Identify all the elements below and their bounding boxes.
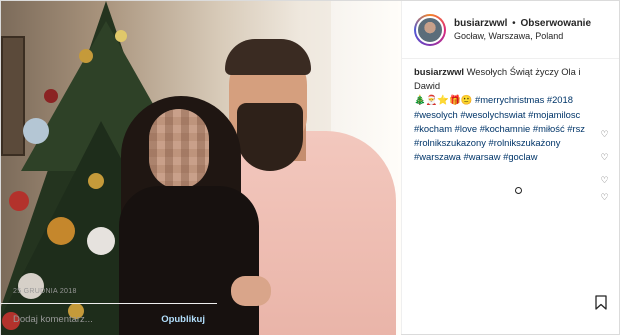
post-photo[interactable] [1, 1, 401, 335]
hashtag[interactable]: #love [455, 123, 477, 134]
instagram-post: busiarzwwl • Obserwowanie Gocław, Warsza… [0, 0, 620, 335]
post-header: busiarzwwl • Obserwowanie Gocław, Warsza… [402, 1, 619, 59]
comment-bar: Opublikuj [1, 303, 217, 334]
man-beard [237, 103, 303, 171]
caption-emojis: 🎄🎅⭐🎁🙂 [414, 95, 473, 106]
hashtag[interactable]: #mojamilosc [528, 109, 580, 120]
hashtag[interactable]: #miłość [533, 123, 565, 134]
hashtag[interactable]: #rolnikszukażony [489, 137, 561, 148]
username-link[interactable]: busiarzwwl [454, 18, 507, 29]
pixelation-overlay [149, 109, 209, 189]
caption-username[interactable]: busiarzwwl [414, 66, 464, 77]
hashtag[interactable]: #merrychristmas [475, 94, 544, 105]
publish-button[interactable]: Opublikuj [161, 314, 205, 325]
hashtag[interactable]: #wesolychswiat [460, 109, 525, 120]
avatar[interactable] [414, 13, 446, 46]
header-row: busiarzwwl • Obserwowanie [454, 17, 591, 31]
separator-dot: • [512, 17, 516, 29]
hashtag[interactable]: #rolnikszukazony [414, 137, 486, 148]
more-icon[interactable] [515, 187, 522, 194]
location-link[interactable]: Gocław, Warszawa, Poland [454, 30, 591, 42]
follow-button[interactable]: Obserwowanie [520, 18, 591, 29]
comment-input[interactable] [13, 313, 162, 325]
bookmark-icon[interactable] [595, 295, 607, 310]
avatar-image [416, 15, 444, 44]
hashtag[interactable]: #goclaw [503, 151, 537, 162]
heart-icon[interactable]: ♡ [600, 154, 609, 163]
post-sidebar: busiarzwwl • Obserwowanie Gocław, Warsza… [1, 1, 619, 334]
hashtag[interactable]: #2018 [547, 94, 573, 105]
hashtag[interactable]: #warszawa [414, 151, 461, 162]
post-body: busiarzwwl Wesołych Świąt życzy Ola i Da… [402, 59, 619, 334]
hand [231, 276, 271, 306]
hashtag[interactable]: #wesolych [414, 109, 458, 120]
header-text: busiarzwwl • Obserwowanie Gocław, Warsza… [454, 17, 591, 43]
heart-icon[interactable]: ♡ [600, 194, 609, 203]
hashtag[interactable]: #warsaw [464, 151, 501, 162]
heart-icon[interactable]: ♡ [600, 131, 609, 140]
post-date: 25 GRUDNIA 2018 [13, 288, 77, 295]
hashtag[interactable]: #kochamnie [480, 123, 531, 134]
caption: busiarzwwl Wesołych Świąt życzy Ola i Da… [414, 65, 592, 164]
man-hair [225, 39, 311, 75]
heart-icon[interactable]: ♡ [600, 177, 609, 186]
hashtag[interactable]: #kocham [414, 123, 452, 134]
hashtag[interactable]: #rsz [567, 123, 585, 134]
